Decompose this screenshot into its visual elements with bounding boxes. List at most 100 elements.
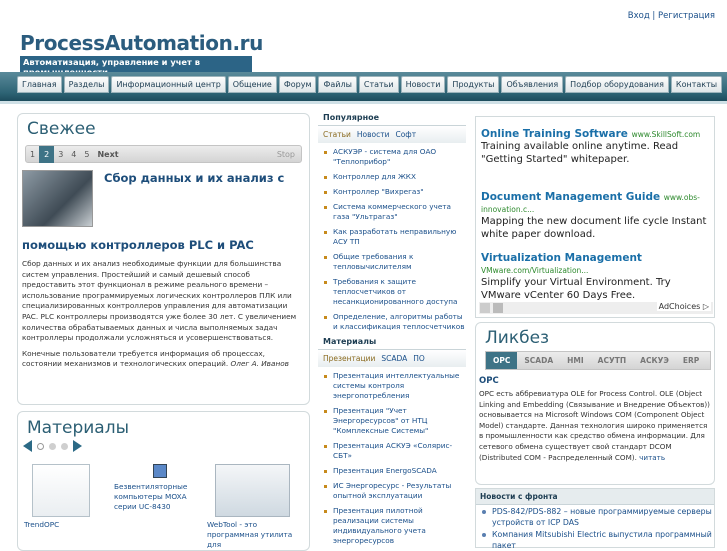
- tab-news[interactable]: Новости: [357, 130, 390, 139]
- list-item[interactable]: Компания Mitsubishi Electric выпустила п…: [482, 530, 714, 551]
- list-item[interactable]: АСКУЭР - система для ОАО "Теплоприбор": [323, 147, 466, 167]
- ad-next-icon[interactable]: [493, 303, 503, 313]
- ad-prev-icon[interactable]: [480, 303, 490, 313]
- list-item[interactable]: Требования к защите теплосчетчиков от не…: [323, 277, 466, 307]
- main-nav: Главная Разделы Информационный центр Общ…: [0, 72, 727, 104]
- materials-list-title: Материалы: [318, 337, 466, 350]
- carousel-dot[interactable]: [49, 442, 56, 450]
- fresh-title: Свежее: [27, 119, 96, 139]
- logo-text: ProcessAutomation.ru: [20, 31, 263, 55]
- tab-hmi[interactable]: HMI: [560, 352, 591, 369]
- carousel-dot[interactable]: [61, 442, 68, 450]
- ad-title[interactable]: Online Training Software: [481, 128, 628, 140]
- nav-products[interactable]: Продукты: [447, 76, 500, 93]
- article-paragraph-2: Конечные пользователи требуется информац…: [22, 348, 265, 369]
- page-5[interactable]: 5: [80, 150, 93, 159]
- ad-description: Simplify your Virtual Environment. Try V…: [481, 277, 671, 301]
- list-item[interactable]: PDS-842/PDS-882 – новые программируемые …: [482, 507, 714, 528]
- list-item[interactable]: Презентация АСКУЭ «Солярис-СБТ»: [323, 441, 466, 461]
- likbez-title: Ликбез: [485, 328, 550, 348]
- nav-news[interactable]: Новости: [400, 76, 446, 93]
- list-item[interactable]: Контроллер "Вихрегаз": [323, 187, 466, 197]
- likbez-body: OPC есть аббревиатура OLE for Process Co…: [479, 389, 710, 462]
- nav-equipment[interactable]: Подбор оборудования: [565, 76, 669, 93]
- ad-title[interactable]: Virtualization Management: [481, 252, 642, 264]
- nav-articles[interactable]: Статьи: [358, 76, 399, 93]
- webtool-image[interactable]: [215, 464, 290, 517]
- article-body: Сбор данных и их анализ необходимые функ…: [22, 259, 302, 375]
- material-link[interactable]: Безвентиляторные компьютеры MOXA серии U…: [114, 482, 209, 512]
- list-item[interactable]: Презентация EnergoSCADA: [323, 466, 466, 476]
- nav-community[interactable]: Общение: [227, 76, 277, 93]
- tab-software[interactable]: ПО: [413, 354, 425, 363]
- login-link[interactable]: Вход: [628, 11, 650, 21]
- next-arrow-icon[interactable]: [73, 440, 82, 452]
- list-item[interactable]: Презентация "Учет Энергоресурсов" от НТЦ…: [323, 406, 466, 436]
- ad-item[interactable]: Document Management Guide www.obs-innova…: [481, 191, 713, 241]
- likbez-panel: Ликбез OPC SCADA HMI АСУТП АСКУЭ ERP OPC…: [475, 322, 715, 485]
- nav-contacts[interactable]: Контакты: [670, 76, 723, 93]
- read-more-link[interactable]: читать: [639, 453, 665, 462]
- nav-info-center[interactable]: Информационный центр: [111, 76, 226, 93]
- materials-panel: Материалы TrendOPC Безвентиляторные комп…: [17, 411, 310, 551]
- site-logo[interactable]: ProcessAutomation.ru Автоматизация, упра…: [20, 31, 263, 78]
- nav-home[interactable]: Главная: [17, 76, 62, 93]
- ad-description: Mapping the new document life cycle Inst…: [481, 216, 707, 240]
- tab-opc[interactable]: OPC: [486, 352, 518, 369]
- user-links: Вход | Регистрация: [627, 11, 715, 21]
- article-thumbnail[interactable]: [22, 170, 93, 227]
- list-item[interactable]: ИС Энергоресурс - Результаты опытной экс…: [323, 481, 466, 501]
- materials-tabs: Презентации SCADA ПО: [318, 350, 466, 367]
- adchoices-link[interactable]: AdChoices ▷: [656, 302, 711, 311]
- tab-asutp[interactable]: АСУТП: [591, 352, 633, 369]
- page-3[interactable]: 3: [54, 150, 67, 159]
- ad-footer: AdChoices ▷: [479, 302, 713, 314]
- carousel-dot[interactable]: [37, 442, 44, 450]
- tab-askue[interactable]: АСКУЭ: [633, 352, 676, 369]
- popular-tabs: Статьи Новости Софт: [318, 126, 466, 143]
- list-item[interactable]: Общие требования к тепловычислителям: [323, 252, 466, 272]
- ad-item[interactable]: Online Training Software www.SkillSoft.c…: [481, 128, 713, 166]
- nav-forum[interactable]: Форум: [278, 76, 317, 93]
- materials-carousel-nav: [23, 440, 82, 452]
- article-paragraph: Сбор данных и их анализ необходимые функ…: [22, 259, 297, 343]
- list-item[interactable]: Презентация пилотной реализации системы …: [323, 506, 466, 546]
- page-2[interactable]: 2: [39, 145, 55, 163]
- nav-ads[interactable]: Объявления: [501, 76, 564, 93]
- news-panel: Новости с фронта PDS-842/PDS-882 – новые…: [475, 488, 715, 551]
- list-item[interactable]: Контроллер для ЖКХ: [323, 172, 466, 182]
- tab-articles[interactable]: Статьи: [323, 130, 351, 139]
- tab-scada[interactable]: SCADA: [517, 352, 560, 369]
- stop-button[interactable]: Stop: [273, 150, 301, 159]
- popular-column: Популярное Статьи Новости Софт АСКУЭР - …: [318, 113, 466, 551]
- next-button[interactable]: Next: [93, 150, 122, 159]
- nav-sections[interactable]: Разделы: [63, 76, 110, 93]
- register-link[interactable]: Регистрация: [658, 11, 715, 21]
- tab-presentations[interactable]: Презентации: [323, 354, 375, 363]
- ad-url[interactable]: www.SkillSoft.com: [632, 130, 701, 139]
- trendopc-image[interactable]: [32, 464, 90, 517]
- article-author: Олег А. Иванов: [230, 359, 289, 369]
- material-link[interactable]: TrendOPC: [24, 520, 59, 530]
- news-title: Новости с фронта: [476, 489, 714, 505]
- list-item[interactable]: Презентация интеллектуальные системы кон…: [323, 371, 466, 401]
- article-title[interactable]: Сбор данных и их анализ с: [104, 171, 284, 185]
- list-item[interactable]: Система коммерческого учета газа "Ультра…: [323, 202, 466, 222]
- tab-soft[interactable]: Софт: [395, 130, 416, 139]
- list-item[interactable]: Как разработать неправильную АСУ ТП: [323, 227, 466, 247]
- ad-item[interactable]: Virtualization Management VMware.com/Vir…: [481, 252, 713, 302]
- ad-block: Online Training Software www.SkillSoft.c…: [475, 116, 715, 318]
- page-4[interactable]: 4: [67, 150, 80, 159]
- article-title-cont[interactable]: помощью контроллеров PLC и PAC: [22, 238, 254, 252]
- nav-files[interactable]: Файлы: [318, 76, 357, 93]
- tab-scada[interactable]: SCADA: [381, 354, 407, 363]
- material-link[interactable]: WebTool - это программная утилита для: [207, 520, 302, 550]
- page-1[interactable]: 1: [26, 150, 39, 159]
- moxa-image-icon[interactable]: [153, 464, 167, 478]
- list-item[interactable]: Определение, алгоритмы работы и классифи…: [323, 312, 466, 332]
- ad-url[interactable]: VMware.com/Virtualization...: [481, 266, 588, 275]
- prev-arrow-icon[interactable]: [23, 440, 32, 452]
- ad-title[interactable]: Document Management Guide: [481, 191, 660, 203]
- tab-erp[interactable]: ERP: [676, 352, 706, 369]
- likbez-heading[interactable]: OPC: [479, 376, 499, 386]
